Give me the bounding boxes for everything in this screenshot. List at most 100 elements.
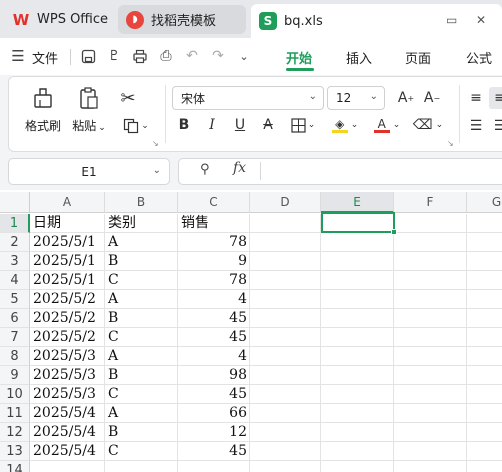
cell-b10[interactable]: C bbox=[105, 385, 178, 404]
row-header-7[interactable]: 7 bbox=[0, 328, 30, 347]
cell-c3[interactable]: 9 bbox=[178, 252, 250, 271]
cell-c4[interactable]: 78 bbox=[178, 271, 250, 290]
cell-f3[interactable] bbox=[394, 252, 467, 271]
cell-g9[interactable] bbox=[467, 366, 502, 385]
menu-file[interactable]: 文件 bbox=[32, 48, 58, 67]
align-middle-icon[interactable]: ≡ bbox=[489, 87, 502, 109]
cell-e7[interactable] bbox=[321, 328, 394, 347]
cell-f9[interactable] bbox=[394, 366, 467, 385]
cell-a9[interactable]: 2025/5/3 bbox=[30, 366, 105, 385]
redo-icon[interactable]: ↷ bbox=[208, 46, 228, 66]
cell-e5[interactable] bbox=[321, 290, 394, 309]
cell-e11[interactable] bbox=[321, 404, 394, 423]
cell-d3[interactable] bbox=[250, 252, 321, 271]
cell-f12[interactable] bbox=[394, 423, 467, 442]
print-preview-icon[interactable]: ⎙ bbox=[156, 46, 176, 66]
increase-font-icon[interactable]: A + bbox=[395, 87, 417, 109]
cell-b5[interactable]: A bbox=[105, 290, 178, 309]
cell-a1[interactable]: 日期 bbox=[30, 214, 105, 233]
float-window-icon[interactable]: ▭ bbox=[446, 13, 457, 27]
cell-d12[interactable] bbox=[250, 423, 321, 442]
cell-g10[interactable] bbox=[467, 385, 502, 404]
cell-f5[interactable] bbox=[394, 290, 467, 309]
cell-g4[interactable] bbox=[467, 271, 502, 290]
cell-e10[interactable] bbox=[321, 385, 394, 404]
tab-page[interactable]: 页面 bbox=[405, 48, 431, 67]
row-header-9[interactable]: 9 bbox=[0, 366, 30, 385]
align-center-icon[interactable]: ☰ bbox=[489, 115, 502, 137]
cell-g13[interactable] bbox=[467, 442, 502, 461]
cell-a12[interactable]: 2025/5/4 bbox=[30, 423, 105, 442]
cell-b4[interactable]: C bbox=[105, 271, 178, 290]
cell-d7[interactable] bbox=[250, 328, 321, 347]
cell-g14[interactable] bbox=[467, 461, 502, 472]
cell-b6[interactable]: B bbox=[105, 309, 178, 328]
cell-b1[interactable]: 类别 bbox=[105, 214, 178, 233]
cell-a7[interactable]: 2025/5/2 bbox=[30, 328, 105, 347]
cell-a11[interactable]: 2025/5/4 bbox=[30, 404, 105, 423]
column-header-g[interactable]: G bbox=[467, 192, 502, 213]
print-icon[interactable] bbox=[130, 46, 150, 66]
cell-c1[interactable]: 销售 bbox=[178, 214, 250, 233]
underline-icon[interactable]: U bbox=[229, 114, 251, 136]
row-header-5[interactable]: 5 bbox=[0, 290, 30, 309]
cell-c14[interactable] bbox=[178, 461, 250, 472]
cell-e6[interactable] bbox=[321, 309, 394, 328]
copy-button[interactable]: ⌄ bbox=[119, 115, 153, 137]
select-all-corner[interactable] bbox=[0, 192, 30, 213]
fx-icon[interactable]: fx bbox=[233, 160, 246, 176]
cell-f2[interactable] bbox=[394, 233, 467, 252]
clipboard-settings-icon[interactable]: ↘ bbox=[152, 139, 159, 148]
row-header-4[interactable]: 4 bbox=[0, 271, 30, 290]
cell-b3[interactable]: B bbox=[105, 252, 178, 271]
row-header-8[interactable]: 8 bbox=[0, 347, 30, 366]
row-header-13[interactable]: 13 bbox=[0, 442, 30, 461]
cell-g5[interactable] bbox=[467, 290, 502, 309]
row-header-1[interactable]: 1 bbox=[0, 214, 30, 233]
cell-e3[interactable] bbox=[321, 252, 394, 271]
italic-icon[interactable]: I bbox=[201, 114, 223, 136]
cell-c10[interactable]: 45 bbox=[178, 385, 250, 404]
cell-f6[interactable] bbox=[394, 309, 467, 328]
cut-icon[interactable]: ✂ bbox=[117, 87, 139, 109]
row-header-11[interactable]: 11 bbox=[0, 404, 30, 423]
cell-a6[interactable]: 2025/5/2 bbox=[30, 309, 105, 328]
save-icon[interactable] bbox=[78, 46, 98, 66]
cell-d8[interactable] bbox=[250, 347, 321, 366]
cell-a2[interactable]: 2025/5/1 bbox=[30, 233, 105, 252]
cell-f1[interactable] bbox=[394, 214, 467, 233]
cell-c11[interactable]: 66 bbox=[178, 404, 250, 423]
cell-b2[interactable]: A bbox=[105, 233, 178, 252]
align-left-icon[interactable]: ☰ bbox=[465, 115, 487, 137]
cell-b7[interactable]: C bbox=[105, 328, 178, 347]
row-header-14[interactable]: 14 bbox=[0, 461, 30, 472]
cell-g11[interactable] bbox=[467, 404, 502, 423]
copy-dropdown-icon[interactable]: ⌄ bbox=[141, 121, 149, 131]
column-header-c[interactable]: C bbox=[178, 192, 250, 213]
cell-e14[interactable] bbox=[321, 461, 394, 472]
tab-formula[interactable]: 公式 bbox=[466, 48, 492, 67]
cell-a3[interactable]: 2025/5/1 bbox=[30, 252, 105, 271]
paste-button[interactable]: 粘贴 ⌄ bbox=[67, 85, 111, 134]
format-painter-button[interactable]: 格式刷 bbox=[21, 85, 65, 134]
borders-button[interactable]: ⌄ bbox=[287, 114, 319, 136]
row-header-6[interactable]: 6 bbox=[0, 309, 30, 328]
cell-e13[interactable] bbox=[321, 442, 394, 461]
cell-a14[interactable] bbox=[30, 461, 105, 472]
cell-f8[interactable] bbox=[394, 347, 467, 366]
cell-c12[interactable]: 12 bbox=[178, 423, 250, 442]
cell-g6[interactable] bbox=[467, 309, 502, 328]
tab-wps-office[interactable]: W WPS Office bbox=[4, 5, 112, 34]
cell-b8[interactable]: A bbox=[105, 347, 178, 366]
column-header-e[interactable]: E bbox=[321, 192, 394, 213]
cell-c5[interactable]: 4 bbox=[178, 290, 250, 309]
cell-g3[interactable] bbox=[467, 252, 502, 271]
align-top-icon[interactable]: ≡ bbox=[465, 87, 487, 109]
cell-b14[interactable] bbox=[105, 461, 178, 472]
font-size-select[interactable]: 12 ⌄ bbox=[327, 86, 385, 110]
row-header-2[interactable]: 2 bbox=[0, 233, 30, 252]
column-header-d[interactable]: D bbox=[250, 192, 321, 213]
cell-f14[interactable] bbox=[394, 461, 467, 472]
cell-d11[interactable] bbox=[250, 404, 321, 423]
cell-b13[interactable]: C bbox=[105, 442, 178, 461]
